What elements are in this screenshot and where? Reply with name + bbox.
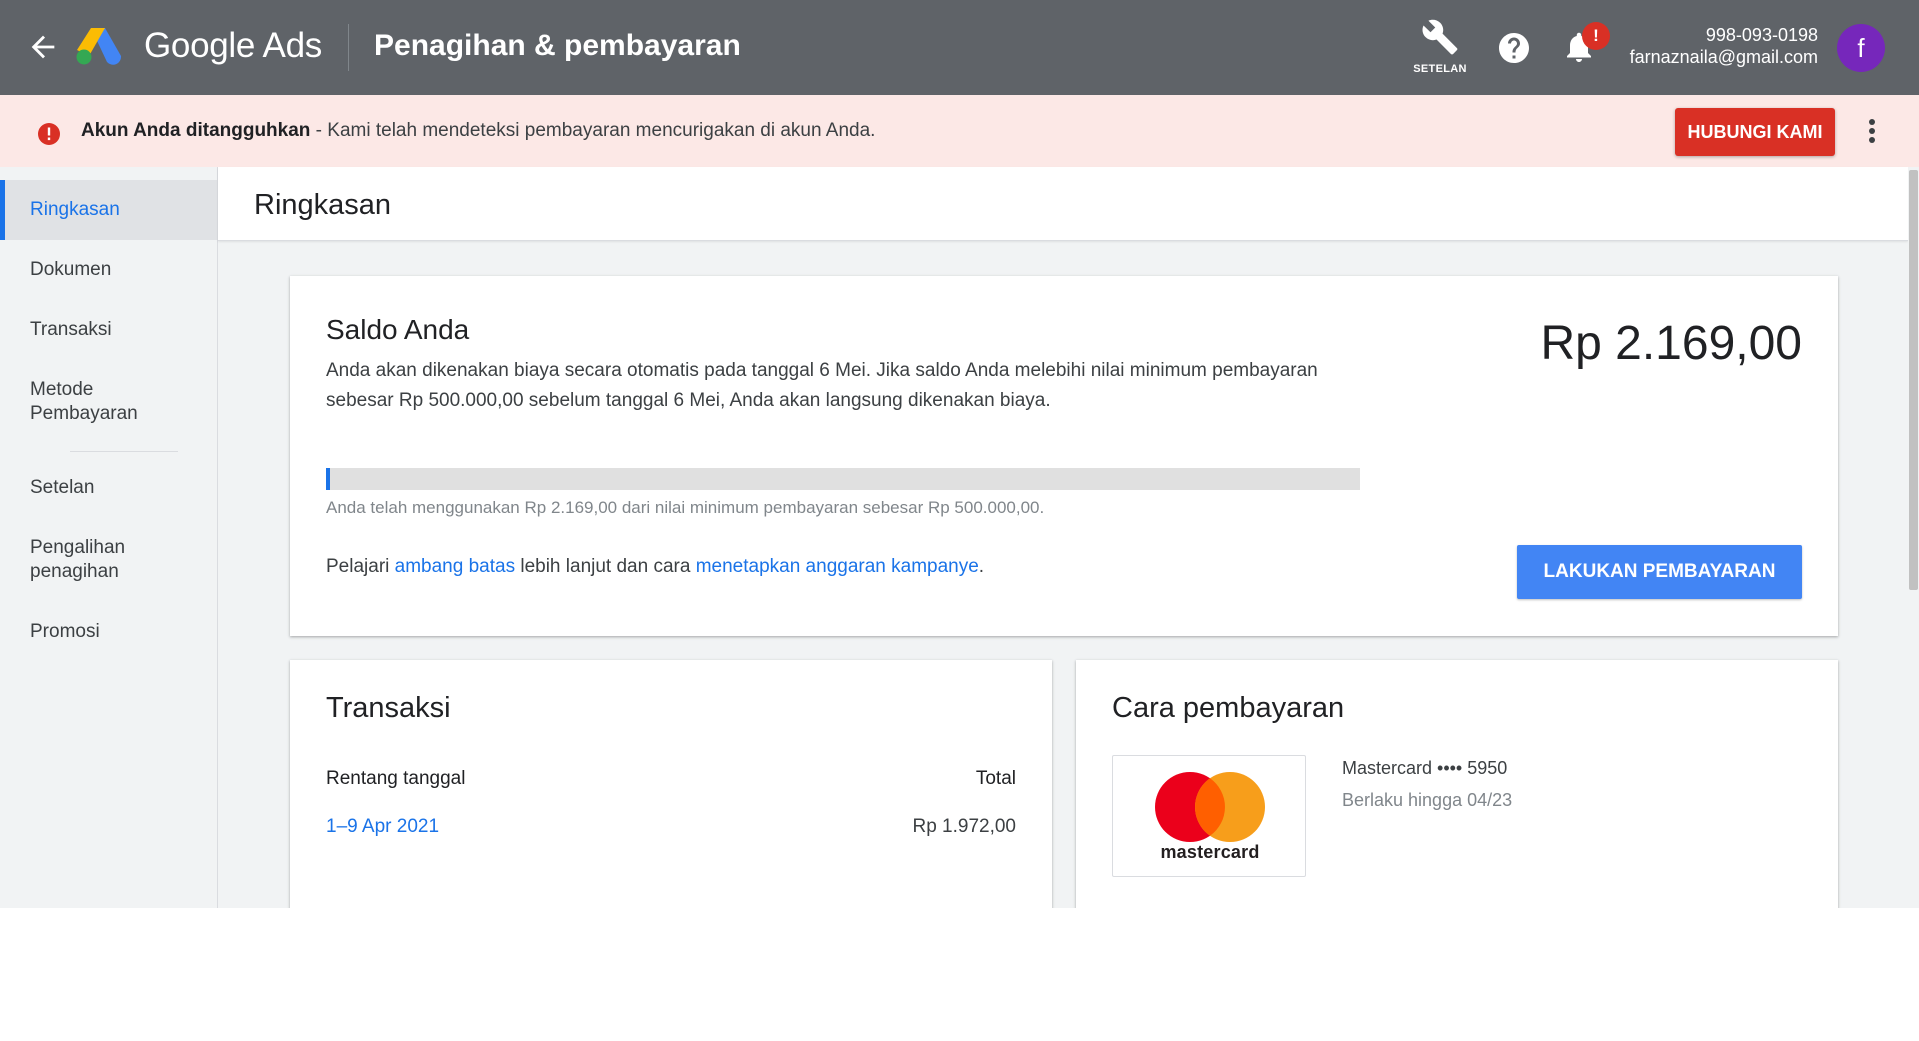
payment-method-card: Cara pembayaran mastercard Mastercard ••… xyxy=(1076,660,1838,908)
sidebar-divider xyxy=(70,451,178,452)
threshold-link[interactable]: ambang batas xyxy=(395,556,515,577)
sidebar-item-transaksi[interactable]: Transaksi xyxy=(0,318,217,342)
balance-description: Anda akan dikenakan biaya secara otomati… xyxy=(326,360,1318,411)
make-payment-button[interactable]: LAKUKAN PEMBAYARAN xyxy=(1517,545,1802,599)
notification-badge: ! xyxy=(1582,22,1610,50)
transactions-title: Transaksi xyxy=(326,692,451,724)
sidebar-item-promosi[interactable]: Promosi xyxy=(0,620,217,644)
help-button[interactable] xyxy=(1496,30,1532,66)
account-info[interactable]: 998-093-0198 farnaznaila@gmail.com xyxy=(1630,24,1818,68)
header-divider xyxy=(348,24,349,71)
page-heading: Penagihan & pembayaran xyxy=(374,29,741,62)
app-viewport: Google Ads Penagihan & pembayaran SETELA… xyxy=(0,0,1919,908)
learn-prefix: Pelajari xyxy=(326,556,395,577)
more-options-button[interactable] xyxy=(1862,116,1882,148)
mastercard-wordmark: mastercard xyxy=(1160,842,1260,862)
card-expiry: Berlaku hingga 04/23 xyxy=(1342,790,1513,810)
learn-mid: lebih lanjut dan cara xyxy=(515,556,696,577)
alert-message: Akun Anda ditangguhkan - Kami telah mend… xyxy=(81,120,875,142)
google-ads-logo-icon[interactable] xyxy=(76,24,124,66)
mastercard-logo-box: mastercard xyxy=(1112,755,1306,877)
page-title-bar: Ringkasan xyxy=(218,167,1908,241)
balance-card: Saldo Anda Anda akan dikenakan biaya sec… xyxy=(290,276,1838,636)
scrollbar-thumb[interactable] xyxy=(1909,170,1918,590)
card-name: Mastercard •••• 5950 xyxy=(1342,758,1508,778)
column-header-total: Total xyxy=(975,768,1016,789)
sidebar-item-metode-pembayaran[interactable]: Metode Pembayaran xyxy=(0,378,190,426)
transactions-card: Transaksi Rentang tanggal Total 1–9 Apr … xyxy=(290,660,1052,908)
settings-label: SETELAN xyxy=(1413,63,1467,75)
error-icon xyxy=(38,123,60,145)
sidebar-item-pengalihan-penagihan[interactable]: Pengalihan penagihan xyxy=(0,536,190,584)
customer-id: 998-093-0198 xyxy=(1705,25,1818,45)
contact-us-button[interactable]: HUBUNGI KAMI xyxy=(1675,108,1835,156)
column-header-date-range: Rentang tanggal xyxy=(326,768,466,789)
campaign-budget-link[interactable]: menetapkan anggaran kampanye xyxy=(696,556,979,577)
brand-name[interactable]: Google Ads xyxy=(144,26,322,66)
avatar[interactable]: f xyxy=(1837,24,1885,72)
sidebar-item-dokumen[interactable]: Dokumen xyxy=(0,258,217,282)
usage-note: Anda telah menggunakan Rp 2.169,00 dari … xyxy=(326,498,1045,517)
transaction-date-range-link[interactable]: 1–9 Apr 2021 xyxy=(326,816,439,838)
progress-fill xyxy=(326,468,331,490)
sidebar-item-ringkasan[interactable]: Ringkasan xyxy=(0,180,217,240)
account-email: farnaznaila@gmail.com xyxy=(1629,47,1818,67)
settings-tools-button[interactable]: SETELAN xyxy=(1410,18,1470,78)
payment-threshold-progress xyxy=(326,468,1360,490)
learn-suffix: . xyxy=(978,556,985,577)
alert-detail: - Kami telah mendeteksi pembayaran mencu… xyxy=(310,120,876,141)
page-title: Ringkasan xyxy=(254,189,392,221)
mastercard-logo-icon xyxy=(1155,772,1265,842)
balance-title: Saldo Anda xyxy=(326,314,470,345)
more-vert-icon xyxy=(1862,119,1882,143)
learn-more-text: Pelajari ambang batas lebih lanjut dan c… xyxy=(326,556,984,578)
sidebar-item-setelan[interactable]: Setelan xyxy=(0,476,217,500)
wrench-icon xyxy=(1422,19,1458,55)
balance-amount: Rp 2.169,00 xyxy=(1540,317,1802,370)
transaction-total: Rp 1.972,00 xyxy=(912,816,1016,837)
arrow-back-icon xyxy=(31,35,55,59)
help-icon xyxy=(1499,33,1529,63)
back-button[interactable] xyxy=(26,30,60,64)
alert-title: Akun Anda ditangguhkan xyxy=(81,120,311,141)
top-app-bar: Google Ads Penagihan & pembayaran SETELA… xyxy=(0,0,1919,95)
payment-method-title: Cara pembayaran xyxy=(1112,692,1345,724)
